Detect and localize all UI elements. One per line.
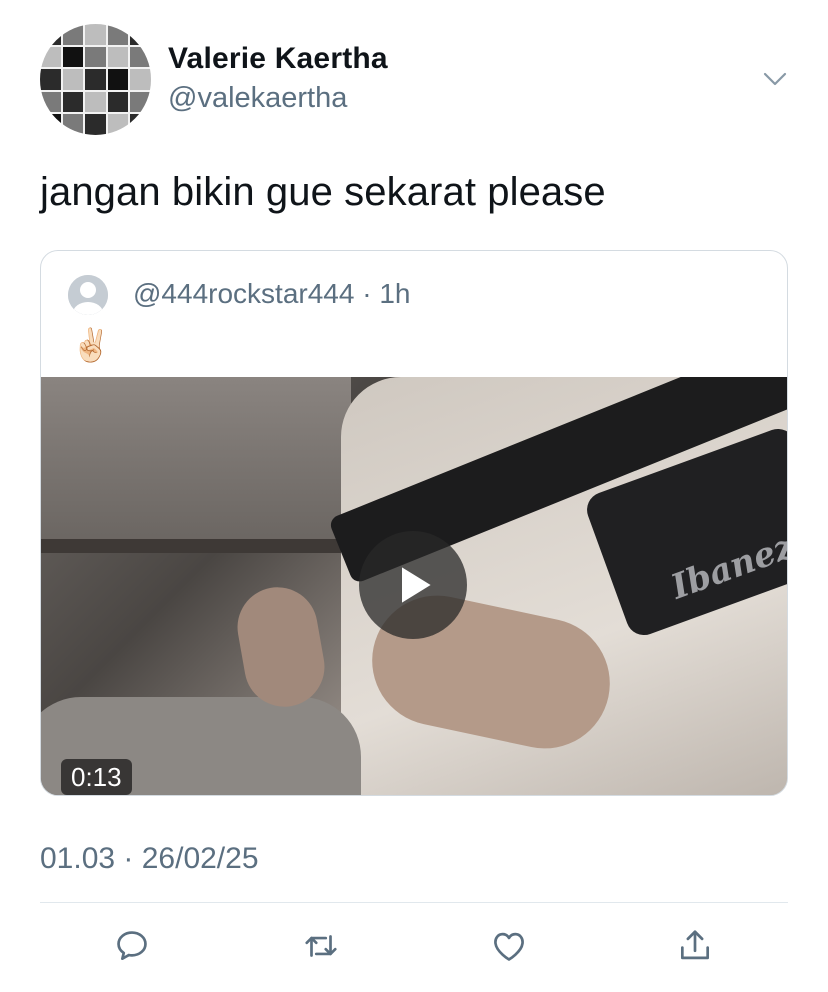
play-button[interactable] <box>359 531 467 639</box>
avatar-collage <box>40 24 151 135</box>
author-handle[interactable]: @valekaertha <box>168 82 347 115</box>
quoted-tweet-card[interactable]: @444rockstar444 · 1h ✌🏻 Ibanez 0:13 <box>40 250 788 796</box>
heart-icon <box>494 932 524 961</box>
quoted-avatar[interactable] <box>68 275 108 315</box>
quoted-handle-time: @444rockstar444 · 1h <box>133 278 411 309</box>
retweet-button[interactable] <box>299 924 343 968</box>
video-player[interactable]: Ibanez 0:13 <box>41 377 787 795</box>
video-frame-hand <box>231 580 331 714</box>
play-icon <box>402 567 431 603</box>
author-display-name[interactable]: Valerie Kaertha <box>168 42 388 76</box>
reply-icon <box>117 931 147 961</box>
tweet-timestamp[interactable]: 01.03 · 26/02/25 <box>40 842 259 876</box>
video-duration-badge: 0:13 <box>61 759 132 795</box>
retweet-icon <box>305 935 337 957</box>
share-icon <box>680 930 710 960</box>
reply-button[interactable] <box>110 924 154 968</box>
video-frame-wall <box>41 377 351 547</box>
divider <box>40 902 788 903</box>
share-button[interactable] <box>673 924 717 968</box>
like-button[interactable] <box>487 924 531 968</box>
author-avatar[interactable] <box>40 24 151 135</box>
quoted-text-emoji: ✌🏻 <box>71 327 111 363</box>
tweet-text: jangan bikin gue sekarat please <box>40 170 606 214</box>
chevron-down-icon[interactable] <box>760 64 790 94</box>
video-frame-shelf <box>41 539 341 553</box>
